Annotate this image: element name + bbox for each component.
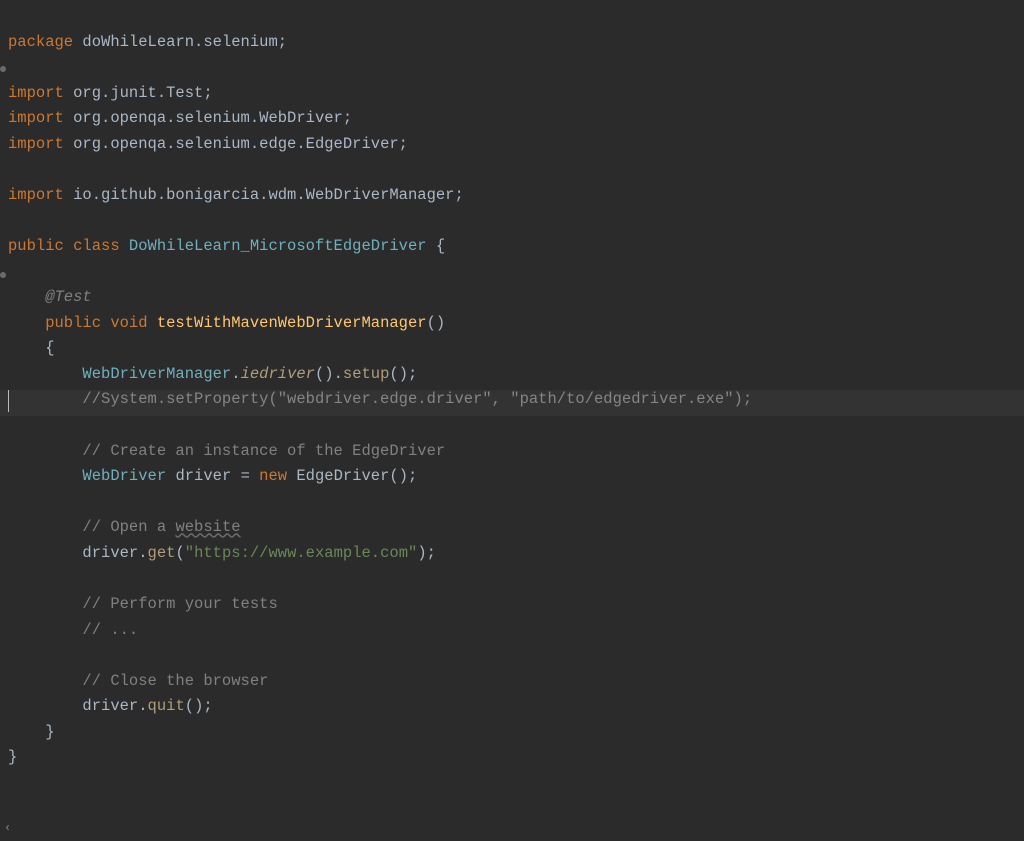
code-line: WebDriverManager.iedriver().setup(); — [8, 365, 417, 383]
equals: = — [231, 467, 259, 485]
import-path: org.junit.Test; — [64, 84, 213, 102]
keyword-import: import — [8, 135, 64, 153]
code-line: // Create an instance of the EdgeDriver — [8, 442, 445, 460]
keyword-import: import — [8, 109, 64, 127]
method-call-get: get — [148, 544, 176, 562]
keyword-package: package — [8, 33, 73, 51]
parens: (); — [185, 697, 213, 715]
parens: () — [427, 314, 446, 332]
code-line: import org.openqa.selenium.edge.EdgeDriv… — [8, 135, 408, 153]
code-line: import io.github.bonigarcia.wdm.WebDrive… — [8, 186, 464, 204]
code-line: package doWhileLearn.selenium; — [8, 33, 287, 51]
variable: driver — [8, 544, 138, 562]
code-line: public class DoWhileLearn_MicrosoftEdgeD… — [8, 237, 445, 255]
variable: driver — [8, 697, 138, 715]
brace: { — [8, 339, 55, 357]
gutter-marker — [0, 272, 6, 278]
code-line: driver.quit(); — [8, 697, 213, 715]
code-editor[interactable]: package doWhileLearn.selenium; import or… — [0, 0, 1024, 771]
import-path: io.github.bonigarcia.wdm.WebDriverManage… — [64, 186, 464, 204]
string-literal: "https://www.example.com" — [185, 544, 418, 562]
code-line: import org.junit.Test; — [8, 84, 213, 102]
keyword-void: void — [101, 314, 148, 332]
code-line: // ... — [8, 621, 138, 639]
comment: // Open a — [8, 518, 175, 536]
brace: } — [8, 748, 17, 766]
annotation-test: @Test — [8, 288, 92, 306]
code-line: } — [8, 748, 17, 766]
variable: driver — [166, 467, 231, 485]
method-call-iedriver: iedriver — [241, 365, 315, 383]
parens: (). — [315, 365, 343, 383]
keyword-class: class — [64, 237, 120, 255]
method-declaration: testWithMavenWebDriverManager — [148, 314, 427, 332]
code-line: WebDriver driver = new EdgeDriver(); — [8, 467, 417, 485]
code-line: import org.openqa.selenium.WebDriver; — [8, 109, 352, 127]
paren: ( — [175, 544, 184, 562]
class-name: DoWhileLearn_MicrosoftEdgeDriver — [120, 237, 427, 255]
package-path: doWhileLearn.selenium; — [73, 33, 287, 51]
keyword-public: public — [8, 237, 64, 255]
code-line: } — [8, 723, 55, 741]
code-line: { — [8, 339, 55, 357]
constructor: EdgeDriver — [287, 467, 389, 485]
dot: . — [138, 544, 147, 562]
gutter-marker — [0, 66, 6, 72]
keyword-import: import — [8, 84, 64, 102]
comment: // ... — [8, 621, 138, 639]
code-line: @Test — [8, 288, 92, 306]
import-path: org.openqa.selenium.WebDriver; — [64, 109, 352, 127]
comment-typo: website — [175, 518, 240, 536]
code-line: //System.setProperty("webdriver.edge.dri… — [8, 390, 752, 408]
code-line: public void testWithMavenWebDriverManage… — [8, 314, 445, 332]
code-line: driver.get("https://www.example.com"); — [8, 544, 436, 562]
brace: } — [8, 723, 55, 741]
comment: //System.setProperty("webdriver.edge.dri… — [8, 390, 752, 408]
dot: . — [138, 697, 147, 715]
scroll-left-indicator[interactable]: ‹ — [4, 819, 11, 839]
dot: . — [231, 365, 240, 383]
import-path: org.openqa.selenium.edge.EdgeDriver; — [64, 135, 408, 153]
comment: // Create an instance of the EdgeDriver — [8, 442, 445, 460]
text-cursor — [8, 390, 9, 412]
code-line: // Open a website — [8, 518, 241, 536]
keyword-public: public — [8, 314, 101, 332]
parens: (); — [389, 467, 417, 485]
keyword-new: new — [259, 467, 287, 485]
code-line: // Close the browser — [8, 672, 268, 690]
parens: (); — [389, 365, 417, 383]
paren: ); — [417, 544, 436, 562]
method-call-setup: setup — [343, 365, 390, 383]
method-call-quit: quit — [148, 697, 185, 715]
brace: { — [427, 237, 446, 255]
keyword-import: import — [8, 186, 64, 204]
comment: // Perform your tests — [8, 595, 278, 613]
type-reference: WebDriver — [8, 467, 166, 485]
comment: // Close the browser — [8, 672, 268, 690]
code-line: // Perform your tests — [8, 595, 278, 613]
type-reference: WebDriverManager — [8, 365, 231, 383]
